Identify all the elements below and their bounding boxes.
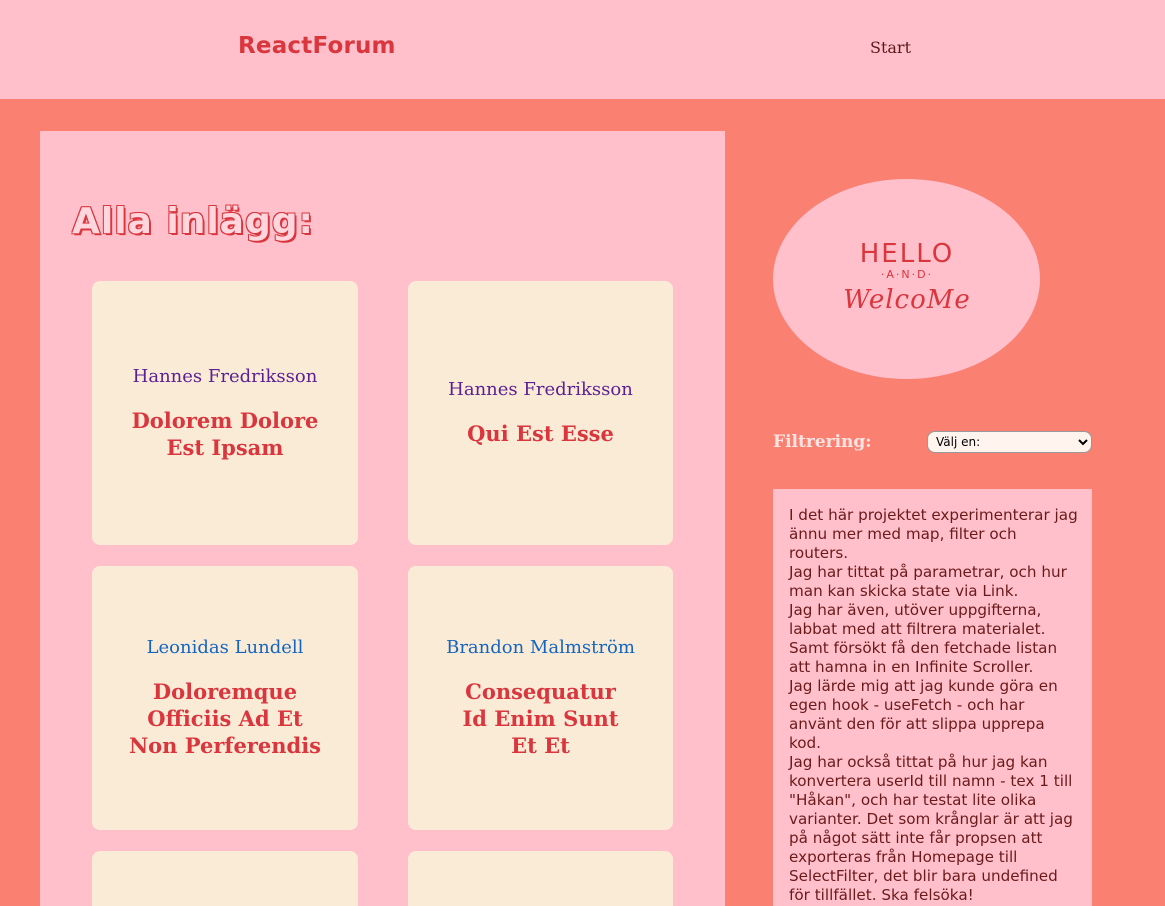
page-title: Alla inlägg: bbox=[72, 201, 314, 242]
welcome-line-hello: HELLO bbox=[859, 239, 954, 269]
welcome-line-welcome: WelcoMe bbox=[843, 285, 971, 315]
post-card[interactable]: Hannes Fredriksson Dolorem Dolore Est Ip… bbox=[92, 281, 358, 545]
info-paragraph: I det här projektet experimenterar jag ä… bbox=[789, 506, 1078, 562]
info-paragraph: Samt försökt få den fetchade listan att … bbox=[789, 639, 1058, 676]
welcome-line-and: ·A·N·D· bbox=[880, 268, 932, 281]
info-paragraph: Jag har även, utöver uppgifterna, labbat… bbox=[789, 601, 1046, 638]
project-info-box: I det här projektet experimenterar jag ä… bbox=[773, 489, 1092, 906]
post-title: Dolorem Dolore Est Ipsam bbox=[131, 407, 319, 460]
info-paragraph: Jag har också tittat på hur jag kan konv… bbox=[789, 753, 1073, 904]
post-author: Hannes Fredriksson bbox=[132, 365, 318, 387]
site-header: ReactForum Start bbox=[0, 0, 1165, 99]
filter-label: Filtrering: bbox=[773, 432, 872, 452]
post-author: Hannes Fredriksson bbox=[448, 379, 633, 400]
hello-and-welcome-logo: HELLO ·A·N·D· WelcoMe bbox=[773, 179, 1040, 379]
info-paragraph: Jag lärde mig att jag kunde göra en egen… bbox=[789, 677, 1058, 752]
info-paragraph: Jag har tittat på parametrar, och hur ma… bbox=[789, 563, 1067, 600]
brand-logo-link[interactable]: ReactForum bbox=[238, 33, 396, 59]
post-author: Brandon Malmström bbox=[446, 637, 635, 658]
post-card[interactable]: Brandon Malmström Consequatur Id Enim Su… bbox=[408, 566, 673, 830]
post-card[interactable]: Leonidas Lundell Doloremque Officiis Ad … bbox=[92, 566, 358, 830]
post-title: Qui Est Esse bbox=[467, 421, 614, 446]
post-title: Doloremque Officiis Ad Et Non Perferendi… bbox=[128, 679, 321, 758]
post-author: Leonidas Lundell bbox=[146, 637, 304, 658]
post-card[interactable] bbox=[408, 851, 673, 906]
nav-start-link[interactable]: Start bbox=[870, 38, 911, 57]
post-card[interactable]: Hannes Fredriksson Qui Est Esse bbox=[408, 281, 673, 545]
hello-welcome-lettering: HELLO ·A·N·D· WelcoMe bbox=[843, 239, 971, 315]
filter-select[interactable]: Välj en: bbox=[927, 431, 1092, 453]
post-title: Consequatur Id Enim Sunt Et Et bbox=[462, 679, 619, 758]
post-card[interactable] bbox=[92, 851, 358, 906]
